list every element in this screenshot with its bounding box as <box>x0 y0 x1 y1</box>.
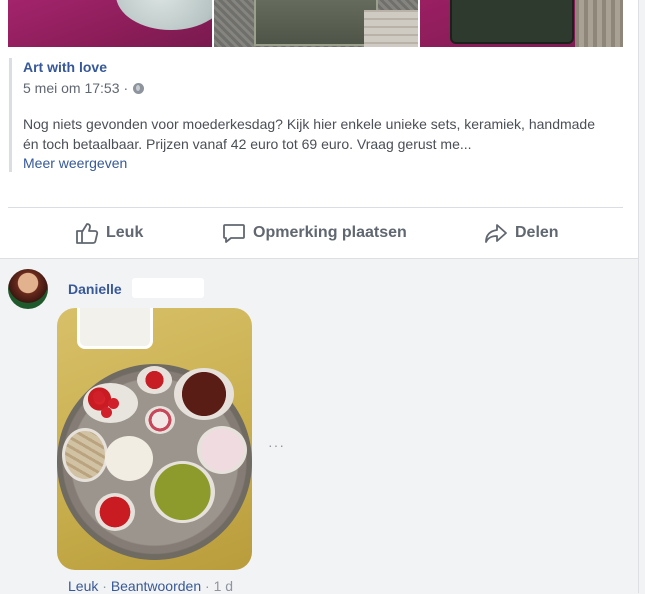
comment-like-link[interactable]: Leuk <box>68 578 98 594</box>
share-arrow-icon <box>485 224 507 243</box>
comment-photo[interactable] <box>57 308 252 570</box>
separator: · <box>205 578 210 594</box>
post-text: Nog niets gevonden voor moederkesdag? Ki… <box>23 114 603 154</box>
cheese-dip <box>105 436 153 481</box>
comment-actions: Leuk · Beantwoorden · 1 d <box>68 578 233 594</box>
avatar[interactable] <box>8 269 48 309</box>
thumbs-up-icon <box>76 223 99 244</box>
stuffed-pepper-bowl <box>145 406 175 434</box>
post-text-content: Nog niets gevonden voor moederkesdag? Ki… <box>23 116 596 152</box>
comment-time[interactable]: 1 d <box>214 578 233 594</box>
page-name-link[interactable]: Art with love <box>23 58 633 76</box>
see-more-link[interactable]: Meer weergeven <box>23 154 633 172</box>
tomato-bowl <box>83 383 138 423</box>
share-label: Delen <box>515 224 559 241</box>
post-meta: 5 mei om 17:53 · <box>23 78 633 98</box>
dip-bowl <box>77 308 153 349</box>
grissini-bowl <box>62 428 108 482</box>
shared-post-card: Art with love 5 mei om 17:53 · Nog niets… <box>0 0 639 259</box>
comment-button[interactable]: Opmerking plaatsen <box>222 208 407 258</box>
post-photo-2[interactable] <box>214 0 418 47</box>
more-options-icon[interactable]: ··· <box>268 437 285 453</box>
pepper-bowl <box>137 366 172 394</box>
ceramic-plate <box>116 0 212 30</box>
redacted-surname <box>132 278 204 298</box>
comment: Danielle ··· Leuk · Beantwoorden · 1 d <box>8 269 628 594</box>
share-button[interactable]: Delen <box>484 208 559 258</box>
wood-surface <box>575 0 623 47</box>
shared-post: Art with love 5 mei om 17:53 · Nog niets… <box>9 58 633 172</box>
separator: · <box>102 578 107 594</box>
ceramic-tile <box>254 0 378 46</box>
speech-bubble-icon <box>223 224 245 243</box>
post-photo-3[interactable] <box>420 0 623 47</box>
ceramic-dish <box>450 0 574 44</box>
scrollbar[interactable] <box>638 259 645 593</box>
meta-separator: · <box>123 80 129 96</box>
like-label: Leuk <box>106 224 144 241</box>
comment-author[interactable]: Danielle <box>68 281 122 297</box>
wood-surface <box>364 10 418 47</box>
post-action-bar: Leuk Opmerking plaatsen Delen <box>8 208 623 258</box>
globe-icon <box>133 82 145 94</box>
post-photo-1[interactable] <box>8 0 212 47</box>
reply-link[interactable]: Beantwoorden <box>111 578 201 594</box>
like-button[interactable]: Leuk <box>75 208 143 258</box>
post-photo-strip <box>8 0 623 47</box>
olive-bowl <box>150 461 215 523</box>
marshmallow-bowl <box>197 426 247 474</box>
comment-label: Opmerking plaatsen <box>253 224 407 241</box>
dried-tomato-bowl <box>174 368 234 420</box>
post-date[interactable]: 5 mei om 17:53 <box>23 78 120 98</box>
red-pepper-bowl <box>95 493 135 531</box>
